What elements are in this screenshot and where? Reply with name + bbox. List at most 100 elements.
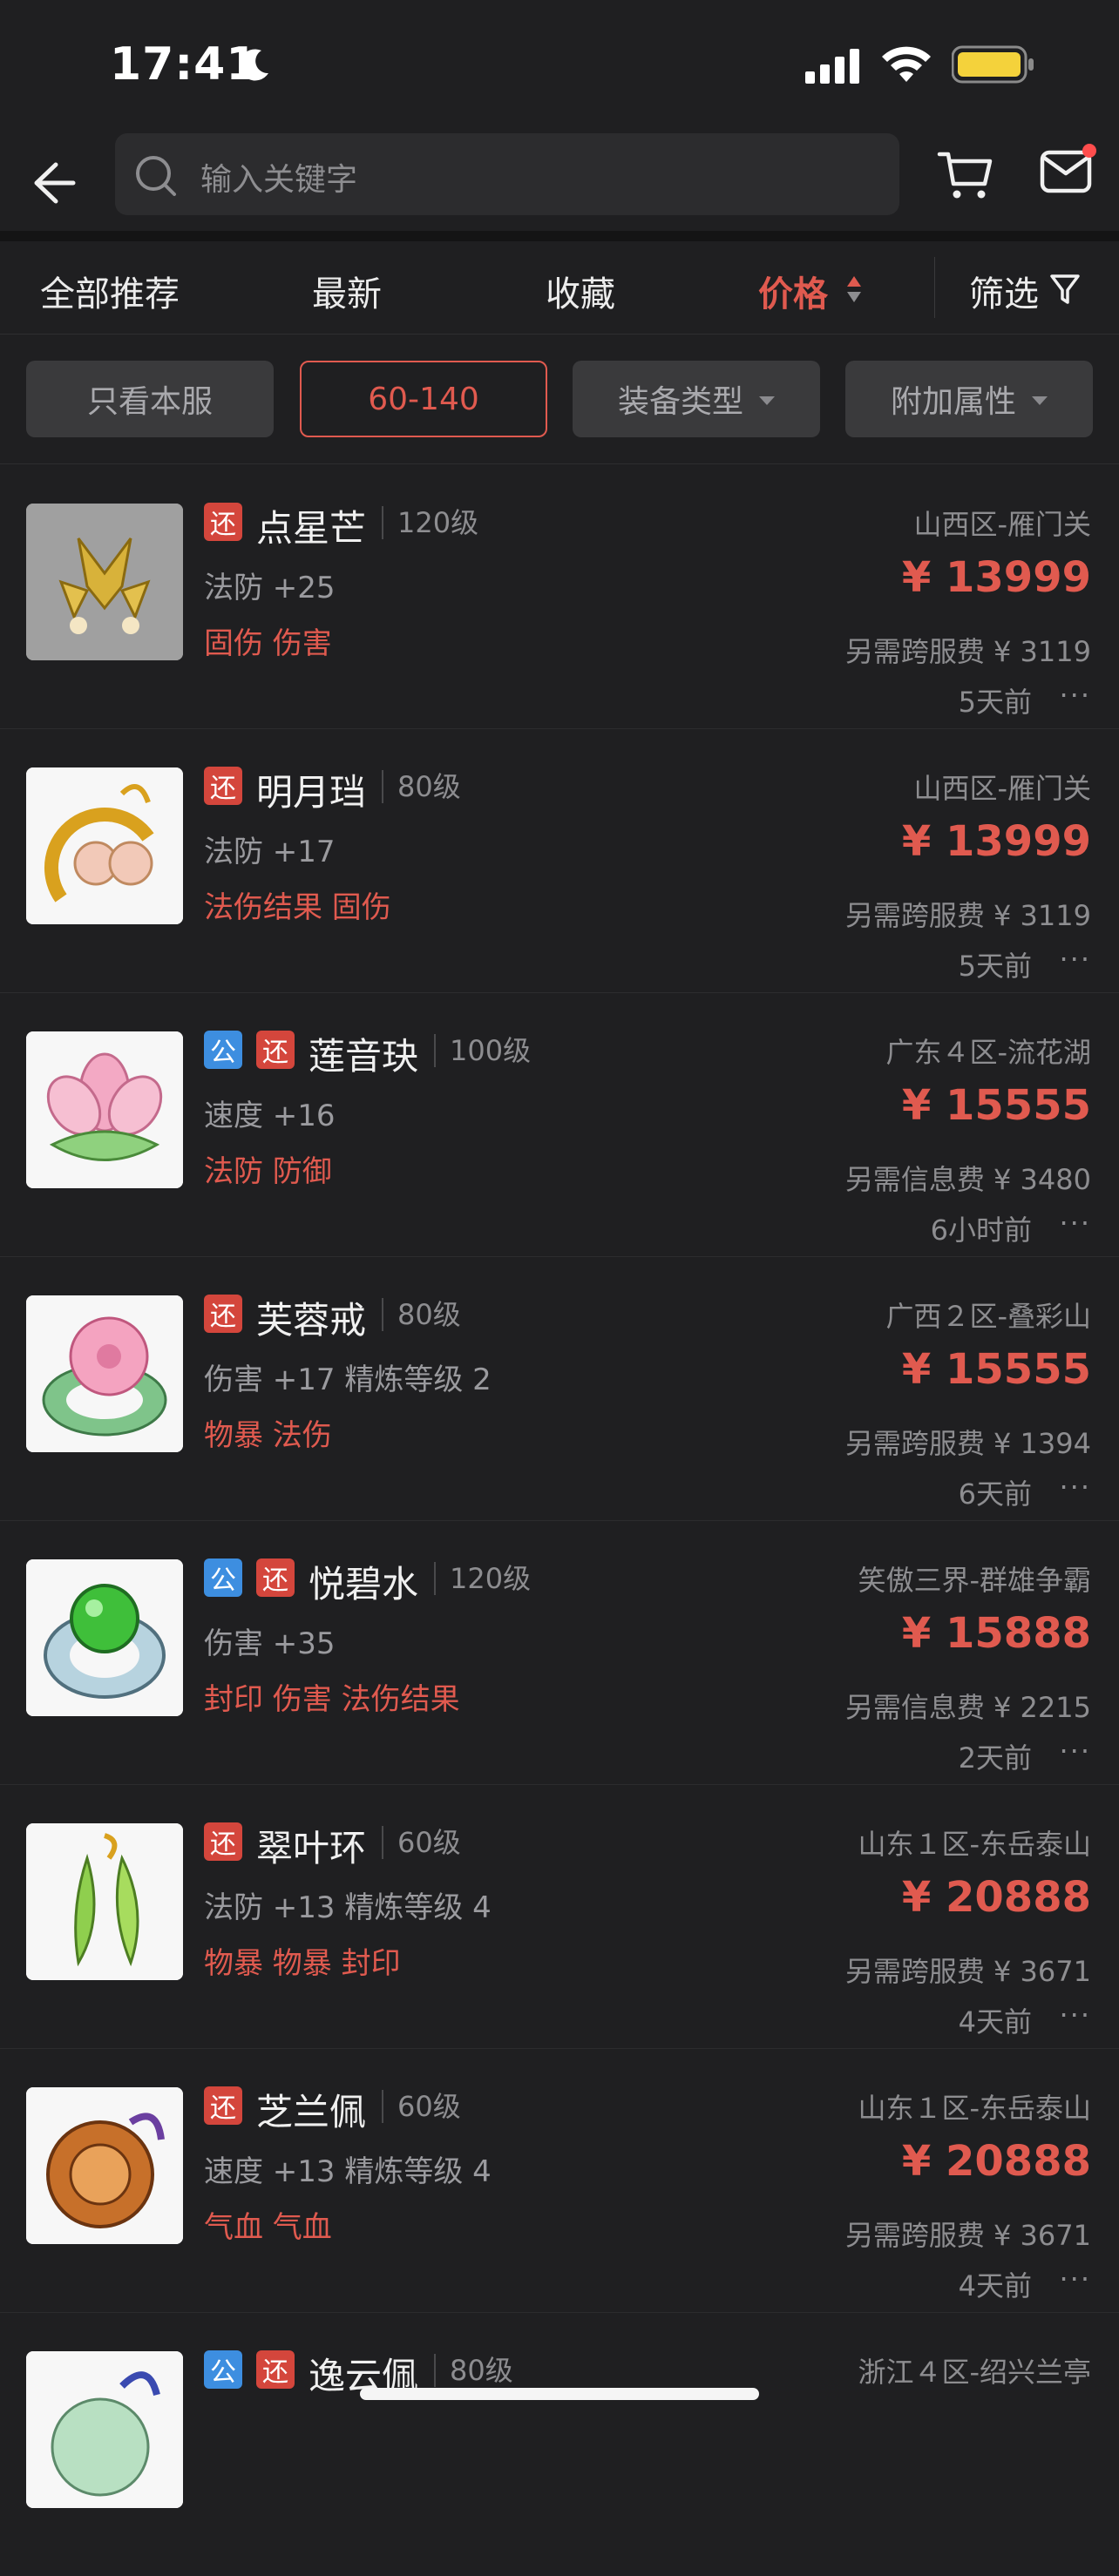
item-name: 莲音玦 (309, 1035, 419, 1078)
more-dots-icon[interactable]: ··· (1059, 2262, 1091, 2295)
search-icon (136, 156, 176, 196)
list-item[interactable]: 公 还 逸云佩 80级 浙江４区-绍兴兰亭 (0, 2312, 1119, 2576)
item-image (26, 504, 183, 660)
more-dots-icon[interactable]: ··· (1059, 1734, 1091, 1768)
chip-label: 60-140 (368, 381, 479, 417)
item-image (26, 767, 183, 924)
item-price: ¥ 15555 (901, 1345, 1091, 1394)
return-badge: 还 (204, 1295, 242, 1333)
item-tags: 物暴 物暴 封印 (204, 1946, 401, 1981)
item-server: 笑傲三界-群雄争霸 (858, 1564, 1091, 1597)
item-fee: 另需跨服费 ¥ 3119 (844, 899, 1091, 932)
item-tags: 封印 伤害 法伤结果 (204, 1682, 460, 1717)
back-arrow-icon[interactable] (16, 152, 77, 213)
badges: 公 还 (204, 2350, 309, 2389)
return-badge: 还 (256, 2350, 295, 2389)
item-level: 120级 (382, 506, 478, 539)
more-dots-icon[interactable]: ··· (1059, 1998, 1091, 2032)
item-time: 5天前 (958, 950, 1032, 983)
item-fee: 另需信息费 ¥ 3480 (844, 1163, 1091, 1196)
return-badge: 还 (204, 503, 242, 541)
chevron-down-icon (1032, 396, 1048, 405)
item-fee: 另需跨服费 ¥ 1394 (844, 1427, 1091, 1460)
item-time: 4天前 (958, 2005, 1032, 2038)
item-server: 浙江４区-绍兴兰亭 (858, 2356, 1091, 2389)
item-time: 2天前 (958, 1741, 1032, 1775)
more-dots-icon[interactable]: ··· (1059, 1471, 1091, 1504)
item-fee: 另需跨服费 ¥ 3671 (844, 2219, 1091, 2252)
filter-funnel-icon[interactable] (1049, 273, 1081, 306)
public-badge: 公 (204, 2350, 242, 2389)
chip-level-range[interactable]: 60-140 (300, 361, 547, 437)
badges: 还 (204, 1822, 256, 1861)
item-price: ¥ 13999 (901, 817, 1091, 866)
item-attribute: 速度 +13 精炼等级 4 (204, 2154, 492, 2189)
tab-filter[interactable]: 筛选 (969, 266, 1039, 316)
item-attribute: 伤害 +35 (204, 1626, 336, 1661)
item-server: 山西区-雁门关 (913, 508, 1091, 541)
chip-label: 附加属性 (890, 384, 1016, 420)
chip-local-server[interactable]: 只看本服 (26, 361, 274, 437)
list-item[interactable]: 还 明月珰 80级 法防 +17 法伤结果 固伤 山西区-雁门关 ¥ 13999… (0, 728, 1119, 993)
badges: 公 还 (204, 1558, 309, 1597)
item-attribute: 速度 +16 (204, 1099, 336, 1133)
item-image (26, 1295, 183, 1452)
badges: 还 (204, 503, 256, 541)
item-price: ¥ 20888 (901, 2137, 1091, 2186)
item-level: 80级 (382, 1298, 461, 1331)
item-name: 芝兰佩 (256, 2091, 367, 2133)
moon-icon (239, 49, 268, 81)
battery-icon (952, 45, 1034, 84)
return-badge: 还 (204, 767, 242, 805)
sort-arrows-icon (847, 276, 861, 302)
badges: 还 (204, 767, 256, 805)
public-badge: 公 (204, 1558, 242, 1597)
return-badge: 还 (256, 1558, 295, 1597)
item-name: 翠叶环 (256, 1827, 367, 1869)
item-image (26, 1031, 183, 1188)
item-time: 4天前 (958, 2269, 1032, 2302)
mail-unread-dot (1082, 144, 1096, 158)
item-server: 山西区-雁门关 (913, 772, 1091, 805)
item-tags: 固伤 伤害 (204, 626, 332, 661)
badges: 还 (204, 1295, 256, 1333)
chip-extra-attribute[interactable]: 附加属性 (845, 361, 1093, 437)
item-server: 广西２区-叠彩山 (885, 1300, 1091, 1333)
item-image (26, 1823, 183, 1980)
more-dots-icon[interactable]: ··· (1059, 1207, 1091, 1240)
more-dots-icon[interactable]: ··· (1059, 679, 1091, 712)
item-time: 6天前 (958, 1477, 1032, 1511)
tab-latest[interactable]: 最新 (312, 266, 382, 316)
search-input[interactable]: 输入关键字 (115, 133, 899, 215)
item-attribute: 法防 +13 精炼等级 4 (204, 1890, 492, 1925)
filter-chips: 只看本服 60-140 装备类型 附加属性 (0, 335, 1119, 464)
item-server: 山东１区-东岳泰山 (858, 1828, 1091, 1861)
return-badge: 还 (204, 1822, 242, 1861)
tab-separator (934, 257, 935, 318)
item-name: 明月珰 (256, 771, 367, 814)
search-placeholder: 输入关键字 (200, 162, 358, 198)
item-level: 60级 (382, 2090, 461, 2123)
item-tags: 法防 防御 (204, 1154, 332, 1189)
chip-label: 只看本服 (86, 384, 213, 420)
list-item[interactable]: 还 芙蓉戒 80级 伤害 +17 精炼等级 2 物暴 法伤 广西２区-叠彩山 ¥… (0, 1256, 1119, 1521)
cart-icon[interactable] (936, 149, 994, 201)
tab-recommended[interactable]: 全部推荐 (40, 266, 180, 316)
list-item[interactable]: 还 翠叶环 60级 法防 +13 精炼等级 4 物暴 物暴 封印 山东１区-东岳… (0, 1784, 1119, 2049)
item-level: 80级 (434, 2354, 513, 2387)
list-item[interactable]: 还 点星芒 120级 法防 +25 固伤 伤害 山西区-雁门关 ¥ 13999 … (0, 464, 1119, 729)
tab-price[interactable]: 价格 (758, 266, 828, 316)
item-fee: 另需跨服费 ¥ 3671 (844, 1955, 1091, 1988)
list-item[interactable]: 还 芝兰佩 60级 速度 +13 精炼等级 4 气血 气血 山东１区-东岳泰山 … (0, 2048, 1119, 2313)
item-image (26, 2351, 183, 2508)
list-item[interactable]: 公 还 悦碧水 120级 伤害 +35 封印 伤害 法伤结果 笑傲三界-群雄争霸… (0, 1520, 1119, 1785)
return-badge: 还 (204, 2086, 242, 2125)
list-item[interactable]: 公 还 莲音玦 100级 速度 +16 法防 防御 广东４区-流花湖 ¥ 155… (0, 992, 1119, 1257)
more-dots-icon[interactable]: ··· (1059, 943, 1091, 976)
item-level: 100级 (434, 1034, 531, 1067)
chip-equipment-type[interactable]: 装备类型 (573, 361, 820, 437)
chip-label: 装备类型 (617, 384, 743, 420)
item-time: 5天前 (958, 686, 1032, 719)
item-name: 悦碧水 (309, 1563, 419, 1606)
tab-favorites[interactable]: 收藏 (546, 266, 615, 316)
